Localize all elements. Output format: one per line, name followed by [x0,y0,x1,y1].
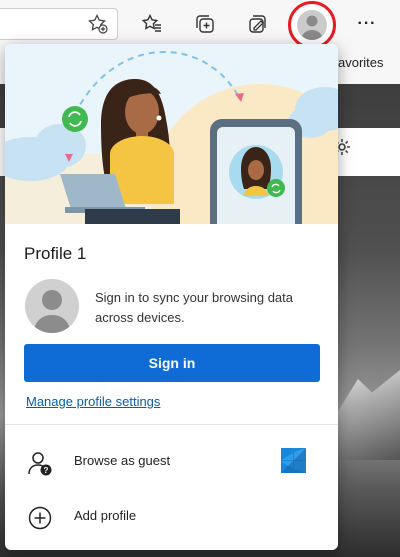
browser-toolbar: ··· [0,0,400,49]
divider [5,424,338,425]
add-profile-label: Add profile [74,508,137,523]
profile-icon [297,10,327,40]
web-capture-icon[interactable] [242,9,272,39]
profile-illustration [5,44,338,224]
signin-message: Sign in to sync your browsing data acros… [95,290,293,325]
add-profile-item[interactable]: Add profile [5,494,338,540]
signin-button[interactable]: Sign in [24,344,320,382]
svg-text:?: ? [44,466,49,475]
browse-as-guest-label: Browse as guest [74,453,171,468]
profile-flyout: Profile 1 Sign in to sync your browsing … [5,44,338,550]
collections-icon[interactable] [190,9,220,39]
guest-icon: ? [26,449,54,477]
profile-button[interactable] [288,1,336,49]
favorites-bar-label[interactable]: avorites [338,55,384,70]
manage-profile-settings-link[interactable]: Manage profile settings [26,394,160,409]
address-bar[interactable] [0,8,118,40]
more-options-button[interactable]: ··· [352,9,382,39]
windows-logo-icon [281,448,306,473]
favorites-bar: avorites [338,50,400,78]
browse-as-guest-item[interactable]: ? Browse as guest [5,439,338,485]
favorites-icon[interactable] [137,9,167,39]
add-circle-icon [26,504,54,532]
webpage-right-strip [334,128,400,176]
favorite-star-add-icon[interactable] [83,9,113,39]
avatar [25,279,79,333]
profile-name: Profile 1 [24,244,87,263]
